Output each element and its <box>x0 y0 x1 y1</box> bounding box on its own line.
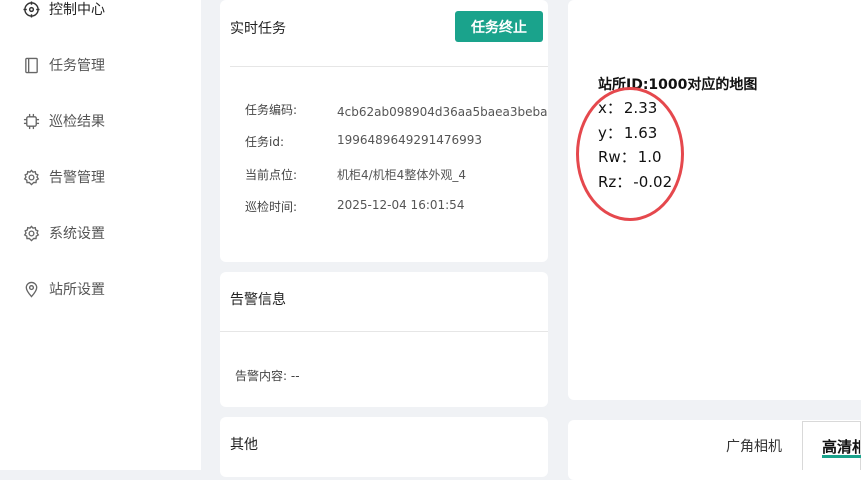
gear-icon <box>22 168 40 186</box>
tab-wide-angle-camera[interactable]: 广角相机 <box>712 421 796 470</box>
sidebar-item-label: 巡检结果 <box>49 114 105 130</box>
active-tab-indicator <box>822 455 861 458</box>
alarm-content: 告警内容: -- <box>235 369 300 383</box>
task-code-clip: 4cb62ab098904d36aa5baea3beba6d86 <box>337 101 548 120</box>
current-point-label: 当前点位: <box>245 168 298 182</box>
gear-icon <box>22 224 40 242</box>
other-card-title: 其他 <box>230 437 258 453</box>
tab-hd-camera-label: 高清相机 <box>822 437 860 456</box>
sidebar-item-label: 告警管理 <box>49 170 105 186</box>
sidebar-item-label: 站所设置 <box>49 282 105 298</box>
sidebar-item-inspection-results[interactable]: 巡检结果 <box>22 109 105 133</box>
sidebar-item-alarm-management[interactable]: 告警管理 <box>22 165 105 189</box>
tab-hd-camera[interactable]: 高清相机 <box>802 421 861 470</box>
sidebar-item-station-settings[interactable]: 站所设置 <box>22 277 105 301</box>
current-point-value: 机柜4/机柜4整体外观_4 <box>337 168 466 182</box>
divider <box>220 331 548 332</box>
task-code-label: 任务编码: <box>245 103 298 117</box>
sidebar-item-task-management[interactable]: 任务管理 <box>22 53 105 77</box>
alarm-card-title: 告警信息 <box>230 292 286 308</box>
task-id-value: 1996489649291476993 <box>337 133 483 147</box>
task-card-title: 实时任务 <box>230 21 286 37</box>
sidebar-item-system-settings[interactable]: 系统设置 <box>22 221 105 245</box>
crosshair-icon <box>22 0 40 18</box>
location-pin-icon <box>22 280 40 298</box>
divider <box>230 66 548 67</box>
notebook-icon <box>22 56 40 74</box>
sidebar-item-label: 任务管理 <box>49 58 105 74</box>
other-card <box>220 417 548 477</box>
end-task-button[interactable]: 任务终止 <box>455 11 543 42</box>
sidebar-item-label: 系统设置 <box>49 226 105 242</box>
highlight-annotation-ring <box>576 87 684 221</box>
inspection-time-label: 巡检时间: <box>245 200 298 214</box>
sidebar-item-control-center[interactable]: 控制中心 <box>22 0 105 21</box>
task-code-value: 4cb62ab098904d36aa5baea3beba6d86 <box>337 105 548 119</box>
sidebar-item-label: 控制中心 <box>49 2 105 18</box>
task-id-label: 任务id: <box>245 135 284 149</box>
chip-icon <box>22 112 40 130</box>
inspection-time-value: 2025-12-04 16:01:54 <box>337 198 465 212</box>
sidebar: 控制中心 任务管理 巡检结果 告警管理 系统设置 站所设置 <box>0 0 201 470</box>
